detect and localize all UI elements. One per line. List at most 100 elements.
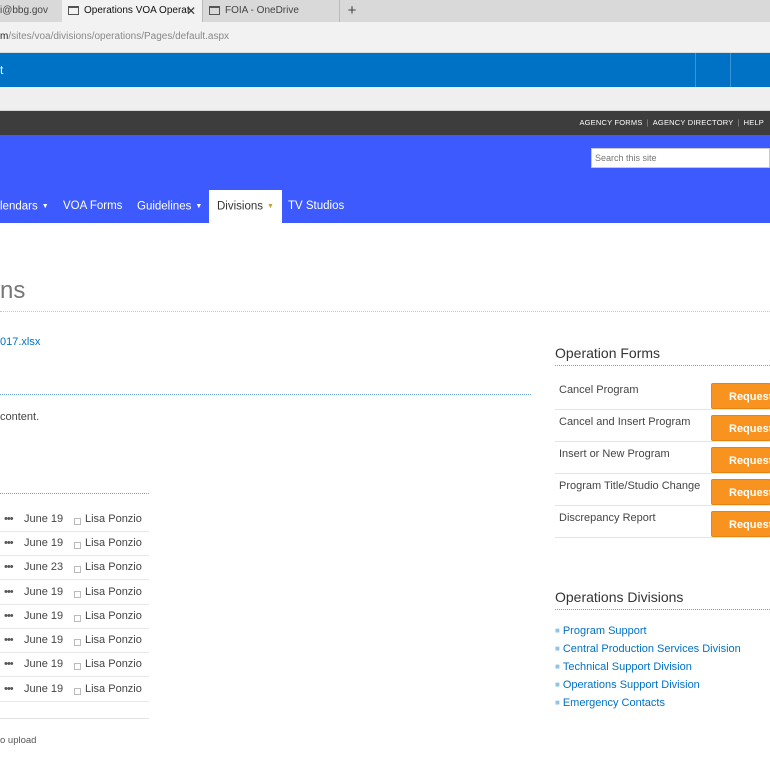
form-label: Discrepancy Report — [559, 512, 656, 524]
division-link-operations-support[interactable]: ■ Operations Support Division — [555, 679, 770, 697]
file-link[interactable]: 017.xlsx — [0, 336, 40, 348]
new-tab-icon[interactable]: + — [344, 0, 360, 22]
browser-tab-onedrive[interactable]: FOIA - OneDrive — [202, 0, 340, 22]
request-button[interactable]: Request — [711, 479, 770, 505]
link-label: Program Support — [562, 625, 647, 637]
request-button[interactable]: Request — [711, 415, 770, 441]
request-button[interactable]: Request — [711, 447, 770, 473]
author[interactable]: Lisa Ponzio — [85, 634, 142, 646]
close-icon[interactable]: ✕ — [186, 0, 196, 22]
site-header: lendars▼ VOA Forms Guidelines▼ Divisions… — [0, 135, 770, 223]
ellipsis-icon[interactable]: ••• — [4, 683, 14, 695]
operation-forms-title: Operation Forms — [555, 345, 661, 361]
request-button[interactable]: Request — [711, 383, 770, 409]
nav-item-calendars[interactable]: lendars ▼ — [0, 190, 49, 223]
ellipsis-icon[interactable]: ••• — [4, 537, 14, 549]
divider — [555, 365, 770, 366]
bullet-icon: ■ — [555, 626, 560, 635]
suite-bar-title[interactable]: t — [0, 63, 3, 77]
checkbox[interactable] — [74, 639, 81, 646]
nav-item-voa-forms[interactable]: VOA Forms — [63, 190, 122, 223]
form-label: Program Title/Studio Change — [559, 480, 701, 492]
ellipsis-icon[interactable]: ••• — [4, 561, 14, 573]
checkbox[interactable] — [74, 591, 81, 598]
divider — [0, 718, 149, 719]
bullet-icon: ■ — [555, 644, 560, 653]
author[interactable]: Lisa Ponzio — [85, 610, 142, 622]
bullet-icon: ■ — [555, 680, 560, 689]
tab-label: FOIA - OneDrive — [225, 5, 299, 16]
ellipsis-icon[interactable]: ••• — [4, 513, 14, 525]
division-link-technical-support[interactable]: ■ Technical Support Division — [555, 661, 770, 679]
form-row-insert-or-new-program: Insert or New Program Request — [555, 442, 770, 474]
checkbox[interactable] — [74, 615, 81, 622]
bullet-icon: ■ — [555, 662, 560, 671]
division-link-central-production[interactable]: ■ Central Production Services Division — [555, 643, 770, 661]
tab-label: Operations VOA Operat — [84, 5, 190, 16]
table-row[interactable]: ••• June 19 Lisa Ponzio — [0, 532, 149, 556]
agency-links: AGENCY FORMS | AGENCY DIRECTORY | HELP — [579, 118, 764, 127]
author[interactable]: Lisa Ponzio — [85, 561, 142, 573]
agency-forms-link[interactable]: AGENCY FORMS — [579, 118, 642, 127]
nav-label: TV Studios — [288, 200, 345, 212]
checkbox[interactable] — [74, 542, 81, 549]
form-label: Cancel and Insert Program — [559, 416, 691, 428]
bullet-icon: ■ — [555, 698, 560, 707]
nav-label: VOA Forms — [63, 200, 123, 212]
modified-date: June 19 — [24, 634, 64, 646]
divider — [0, 394, 531, 395]
table-row[interactable]: ••• June 19 Lisa Ponzio — [0, 508, 149, 532]
url-field[interactable]: m/sites/voa/divisions/operations/Pages/d… — [0, 31, 229, 42]
search-input[interactable] — [591, 148, 770, 168]
help-link[interactable]: HELP — [744, 118, 764, 127]
agency-directory-link[interactable]: AGENCY DIRECTORY — [653, 118, 734, 127]
browser-tab-strip: i@bbg.gov Operations VOA Operat ✕ FOIA -… — [0, 0, 770, 22]
nav-item-guidelines[interactable]: Guidelines ▼ — [137, 190, 202, 223]
division-link-emergency-contacts[interactable]: ■ Emergency Contacts — [555, 697, 770, 715]
ellipsis-icon[interactable]: ••• — [4, 634, 14, 646]
author[interactable]: Lisa Ponzio — [85, 513, 142, 525]
form-row-program-title-studio-change: Program Title/Studio Change Request — [555, 474, 770, 506]
table-row[interactable]: ••• June 23 Lisa Ponzio — [0, 556, 149, 580]
checkbox[interactable] — [74, 688, 81, 695]
browser-tab-operations[interactable]: Operations VOA Operat ✕ — [62, 0, 202, 22]
form-row-discrepancy-report: Discrepancy Report Request — [555, 506, 770, 538]
browser-tab-mail[interactable]: i@bbg.gov — [0, 0, 61, 22]
table-row[interactable]: ••• June 19 Lisa Ponzio — [0, 653, 149, 677]
checkbox[interactable] — [74, 518, 81, 525]
nav-label: Divisions — [217, 200, 264, 213]
checkbox[interactable] — [74, 663, 81, 670]
form-label: Insert or New Program — [559, 448, 670, 460]
form-row-cancel-program: Cancel Program Request — [555, 378, 770, 410]
nav-item-divisions[interactable]: Divisions ▼ — [209, 190, 282, 223]
author[interactable]: Lisa Ponzio — [85, 658, 142, 670]
divider — [555, 609, 770, 610]
upload-text[interactable]: o upload — [0, 735, 36, 746]
table-row[interactable]: ••• June 19 Lisa Ponzio — [0, 605, 149, 629]
author[interactable]: Lisa Ponzio — [85, 537, 142, 549]
division-link-program-support[interactable]: ■ Program Support — [555, 625, 770, 643]
divider — [695, 53, 696, 87]
table-row[interactable]: ••• June 19 Lisa Ponzio — [0, 581, 149, 605]
ellipsis-icon[interactable]: ••• — [4, 610, 14, 622]
modified-date: June 19 — [24, 683, 64, 695]
nav-item-tv-studios[interactable]: TV Studios — [288, 190, 344, 223]
top-nav: lendars ▼ VOA Forms Guidelines ▼ Divisions… — [0, 190, 770, 223]
table-row[interactable]: ••• June 19 Lisa Ponzio — [0, 678, 149, 702]
divisions-list: ■ Program Support ■ Central Production Ser… — [555, 625, 770, 715]
divider — [0, 493, 149, 494]
caret-down-icon: ▼ — [41, 203, 49, 210]
address-bar: m/sites/voa/divisions/operations/Pages/d… — [0, 22, 770, 53]
ellipsis-icon[interactable]: ••• — [4, 586, 14, 598]
table-row[interactable]: ••• June 19 Lisa Ponzio — [0, 629, 149, 653]
author[interactable]: Lisa Ponzio — [85, 683, 142, 695]
agency-bar: AGENCY FORMS | AGENCY DIRECTORY | HELP — [0, 111, 770, 135]
modified-date: June 19 — [24, 513, 64, 525]
modified-date: June 19 — [24, 658, 64, 670]
ellipsis-icon[interactable]: ••• — [4, 658, 14, 670]
author[interactable]: Lisa Ponzio — [85, 586, 142, 598]
checkbox[interactable] — [74, 566, 81, 573]
caret-down-icon: ▼ — [195, 203, 203, 210]
request-button[interactable]: Request — [711, 511, 770, 537]
modified-date: June 19 — [24, 610, 64, 622]
